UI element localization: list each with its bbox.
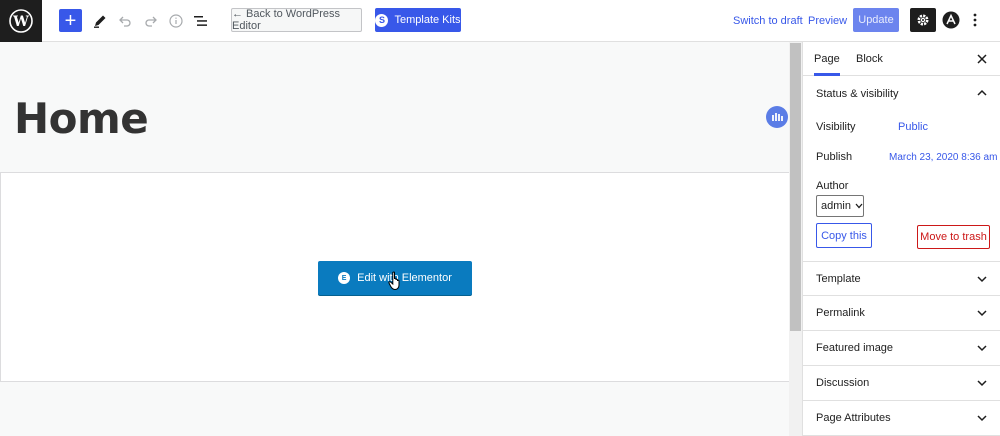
elementor-icon: E [338, 272, 351, 284]
add-block-button[interactable]: + [59, 9, 82, 32]
template-panel-title: Template [816, 272, 861, 285]
discussion-panel[interactable]: Discussion [803, 366, 1000, 401]
redo-button[interactable] [140, 9, 162, 32]
close-sidebar-button[interactable] [974, 51, 990, 67]
pencil-icon [94, 15, 106, 28]
undo-button[interactable] [114, 9, 136, 32]
discussion-panel-title: Discussion [816, 377, 870, 389]
author-select-value: admin [821, 200, 851, 212]
svg-text:W: W [12, 14, 29, 30]
template-kits-label: Template Kits [394, 14, 461, 26]
chevron-down-icon [855, 203, 863, 209]
back-to-wordpress-editor-button[interactable]: ← Back to WordPress Editor [231, 8, 362, 32]
astra-logo-icon [942, 11, 960, 29]
tools-button[interactable] [89, 9, 111, 32]
sidebar-tabs: Page Block [803, 42, 1000, 76]
editor-toolbar: W + ← Back to WordPress Editor S Templat… [0, 0, 1000, 42]
chevron-up-icon [977, 89, 987, 96]
chevron-down-icon [977, 345, 987, 352]
permalink-panel-title: Permalink [816, 307, 865, 319]
visibility-value[interactable]: Public [898, 121, 928, 133]
astra-settings-button[interactable] [941, 10, 961, 30]
template-panel[interactable]: Template [803, 261, 1000, 296]
redo-icon [145, 16, 157, 27]
preview-button[interactable]: Preview [808, 9, 847, 32]
more-vertical-icon [973, 13, 977, 27]
wordpress-logo-icon[interactable]: W [0, 0, 42, 42]
chevron-down-icon [977, 310, 987, 317]
tab-block[interactable]: Block [856, 42, 883, 76]
chevron-down-icon [977, 380, 987, 387]
plus-icon: + [64, 9, 77, 32]
featured-image-panel-title: Featured image [816, 342, 894, 354]
page-title[interactable]: Home [14, 94, 149, 143]
publish-date-value[interactable]: March 23, 2020 8:36 am [889, 152, 997, 163]
close-icon [977, 54, 987, 64]
list-view-icon [194, 15, 207, 26]
settings-button[interactable] [910, 8, 936, 32]
list-view-button[interactable] [190, 9, 212, 32]
settings-sidebar: Page Block Status & visibility Visibilit… [802, 42, 1000, 436]
editor-canvas: Home E Edit with Elementor [0, 42, 790, 436]
chevron-down-icon [977, 276, 987, 283]
chevron-down-icon [977, 415, 987, 422]
hand-cursor-icon [388, 271, 400, 291]
grammar-assistant-icon[interactable] [766, 106, 788, 128]
status-visibility-title: Status & visibility [816, 87, 899, 100]
permalink-panel[interactable]: Permalink [803, 296, 1000, 331]
author-select[interactable]: admin [816, 195, 864, 217]
status-visibility-toggle[interactable]: Status & visibility [803, 76, 1000, 111]
switch-to-draft-button[interactable]: Switch to draft [733, 9, 803, 32]
page-attributes-panel-title: Page Attributes [816, 412, 891, 424]
details-button[interactable] [165, 9, 187, 32]
page-attributes-panel[interactable]: Page Attributes [803, 401, 1000, 436]
gear-icon [917, 14, 929, 26]
move-to-trash-button[interactable]: Move to trash [917, 225, 990, 249]
undo-icon [119, 16, 131, 27]
options-button[interactable] [966, 10, 984, 30]
author-label: Author [816, 180, 849, 192]
visibility-label: Visibility [816, 121, 856, 133]
tab-page[interactable]: Page [814, 42, 840, 76]
copy-this-button[interactable]: Copy this [816, 223, 872, 248]
publish-label: Publish [816, 151, 853, 163]
edit-with-elementor-label: Edit with Elementor [357, 272, 452, 284]
template-kits-button[interactable]: S Template Kits [375, 8, 461, 32]
canvas-scrollbar-thumb[interactable] [790, 43, 801, 331]
featured-image-panel[interactable]: Featured image [803, 331, 1000, 366]
update-button[interactable]: Update [853, 8, 899, 32]
starter-templates-icon: S [375, 13, 389, 27]
info-icon [169, 13, 183, 28]
